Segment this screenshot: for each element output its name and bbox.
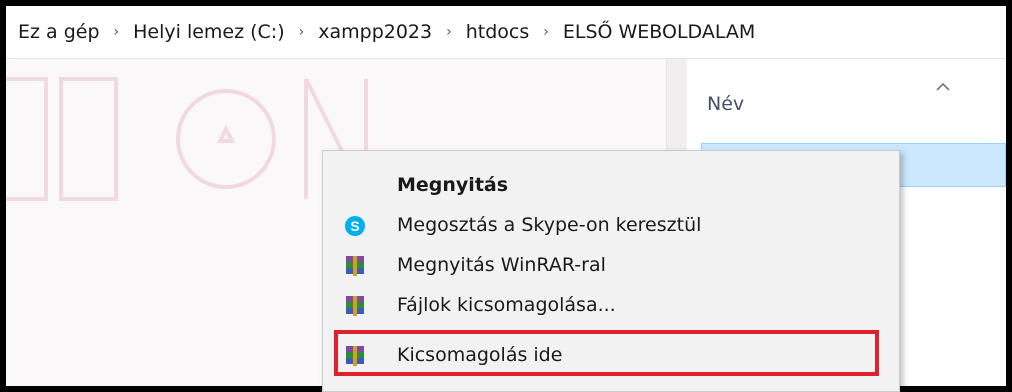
menu-item-open[interactable]: Megnyitás	[323, 165, 883, 205]
winrar-icon	[346, 256, 364, 276]
address-bar[interactable]: Ez a gép › Helyi lemez (C:) › xampp2023 …	[6, 6, 1006, 59]
chevron-right-icon[interactable]: ›	[287, 24, 317, 40]
chevron-up-icon[interactable]	[933, 79, 953, 95]
winrar-icon	[346, 296, 364, 316]
chevron-right-icon[interactable]: ›	[531, 24, 561, 40]
menu-item-label: Kicsomagolás ide	[397, 344, 563, 366]
menu-item-label: Fájlok kicsomagolása...	[397, 294, 616, 316]
breadcrumb-item-htdocs[interactable]: htdocs	[464, 21, 532, 43]
menu-item-extract-here[interactable]: Kicsomagolás ide	[323, 335, 883, 375]
menu-item-label: Megosztás a Skype-on keresztül	[397, 214, 702, 236]
breadcrumb-item-this-pc[interactable]: Ez a gép	[16, 21, 102, 43]
menu-item-label: Megnyitás WinRAR-ral	[397, 254, 606, 276]
chevron-right-icon[interactable]: ›	[102, 24, 132, 40]
breadcrumb-item-xampp[interactable]: xampp2023	[316, 21, 434, 43]
menu-item-extract-files[interactable]: Fájlok kicsomagolása...	[323, 285, 883, 325]
chevron-right-icon[interactable]: ›	[434, 24, 464, 40]
breadcrumb: Ez a gép › Helyi lemez (C:) › xampp2023 …	[16, 20, 757, 44]
menu-item-label: Megnyitás	[397, 174, 509, 196]
breadcrumb-item-current-folder[interactable]: ELSŐ WEBOLDALAM	[561, 21, 757, 43]
menu-item-open-winrar[interactable]: Megnyitás WinRAR-ral	[323, 245, 883, 285]
column-header-name[interactable]: Név	[707, 93, 744, 115]
svg-text:S: S	[350, 218, 359, 234]
skype-icon: S	[345, 216, 365, 236]
winrar-icon	[346, 346, 364, 366]
menu-item-share-skype[interactable]: S Megosztás a Skype-on keresztül	[323, 205, 883, 245]
context-menu: Megnyitás S Megosztás a Skype-on kereszt…	[322, 150, 900, 392]
breadcrumb-item-local-disk[interactable]: Helyi lemez (C:)	[131, 21, 287, 43]
